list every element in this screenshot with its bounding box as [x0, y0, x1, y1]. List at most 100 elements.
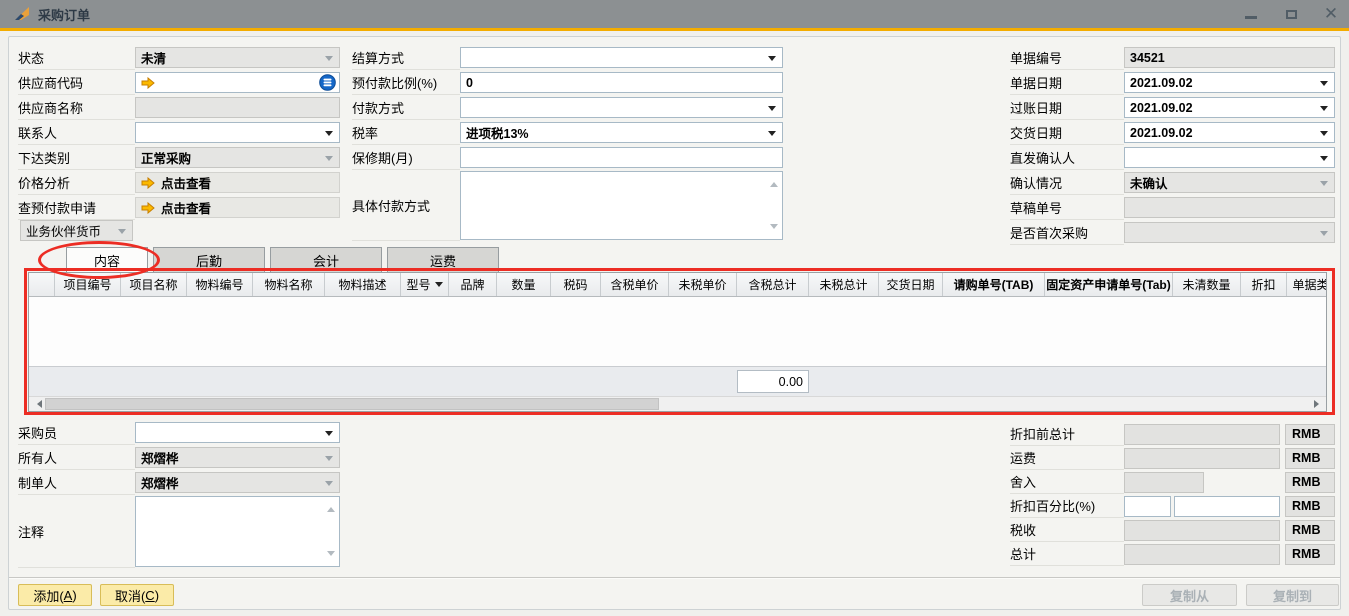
scrollbar-right-arrow-icon[interactable] — [1310, 397, 1326, 411]
vendor-code-field[interactable] — [135, 72, 340, 93]
column-dropdown-arrow-icon[interactable] — [435, 282, 443, 291]
currency-badge: RMB — [1285, 520, 1335, 541]
first-purchase-label: 是否首次采购 — [1010, 220, 1124, 245]
total-before-discount-label: 折扣前总计 — [1010, 422, 1124, 446]
doc-number-field: 34521 — [1124, 47, 1335, 68]
close-icon[interactable]: ✕ — [1323, 6, 1339, 22]
table-column-header[interactable]: 项目编号 — [55, 273, 121, 296]
remarks-textarea[interactable] — [135, 496, 340, 567]
tab-content[interactable]: 内容 — [66, 247, 148, 272]
table-column-header[interactable]: 未税总计 — [809, 273, 879, 296]
scrollbar-left-arrow-icon[interactable] — [29, 397, 45, 411]
header-right-column: 单据编号 34521 单据日期 2021.09.02 过账日期 2021.09.… — [1010, 45, 1335, 245]
column-header-label: 未税单价 — [678, 276, 726, 293]
payment-method-dropdown[interactable] — [460, 97, 783, 118]
minimize-icon[interactable] — [1243, 6, 1259, 22]
prepayment-ratio-value: 0 — [466, 76, 473, 90]
maximize-icon[interactable] — [1283, 6, 1299, 22]
table-column-header[interactable]: 单据类型 — [1287, 273, 1326, 296]
direct-ship-confirmer-dropdown[interactable] — [1124, 147, 1335, 168]
posting-date-value: 2021.09.02 — [1130, 101, 1193, 115]
tab-content-label: 内容 — [94, 251, 120, 270]
link-arrow-icon[interactable] — [141, 177, 155, 189]
confirmation-status-label: 确认情况 — [1010, 170, 1124, 195]
payment-detail-textarea[interactable] — [460, 171, 783, 240]
choose-from-list-icon[interactable] — [319, 74, 336, 91]
contact-person-dropdown[interactable] — [135, 122, 340, 143]
warranty-period-label: 保修期(月) — [352, 145, 460, 170]
table-column-header[interactable]: 物料编号 — [187, 273, 253, 296]
purchaser-dropdown[interactable] — [135, 422, 340, 443]
prepayment-request-text: 点击查看 — [161, 198, 211, 217]
prepayment-request-link[interactable]: 点击查看 — [135, 197, 340, 218]
tab-freight[interactable]: 运费 — [387, 247, 499, 272]
table-column-header[interactable]: 请购单号(TAB) — [943, 273, 1045, 296]
doc-date-label: 单据日期 — [1010, 70, 1124, 95]
table-column-header[interactable]: 品牌 — [449, 273, 497, 296]
release-category-dropdown[interactable]: 正常采购 — [135, 147, 340, 168]
column-header-label: 项目编号 — [63, 276, 111, 293]
tax-rate-dropdown[interactable]: 进项税13% — [460, 122, 783, 143]
link-arrow-icon[interactable] — [141, 202, 155, 214]
tab-accounting[interactable]: 会计 — [270, 247, 382, 272]
line-items-table: 项目编号项目名称物料编号物料名称物料描述型号品牌数量税码含税单价 未税单价含税总计… — [28, 272, 1327, 412]
freight-field[interactable] — [1124, 448, 1280, 469]
tab-logistics[interactable]: 后勤 — [153, 247, 265, 272]
add-button[interactable]: 添加(A) — [18, 584, 92, 606]
row-index-column-header[interactable] — [29, 273, 55, 296]
discount-percent-input[interactable] — [1124, 496, 1171, 517]
table-column-header[interactable]: 物料名称 — [253, 273, 325, 296]
owner-label: 所有人 — [18, 445, 135, 470]
price-analysis-link[interactable]: 点击查看 — [135, 172, 340, 193]
creator-dropdown[interactable]: 郑熠桦 — [135, 472, 340, 493]
table-column-header[interactable]: 交货日期 — [879, 273, 943, 296]
discount-amount-input[interactable] — [1174, 496, 1280, 517]
scrollbar-thumb[interactable] — [45, 398, 659, 410]
table-column-header[interactable]: 物料描述 — [325, 273, 401, 296]
bp-currency-dropdown[interactable]: 业务伙伴货币 — [20, 220, 133, 241]
link-arrow-icon[interactable] — [141, 77, 155, 89]
totals-column: 折扣前总计 RMB 运费 RMB 舍入 RMB 折扣百分比(%) RMB 税收 … — [1010, 422, 1335, 566]
copy-from-label: 复制从 — [1170, 586, 1209, 605]
settlement-method-label: 结算方式 — [352, 45, 460, 70]
line-total-incl-tax-field[interactable]: 0.00 — [737, 370, 809, 393]
cancel-button[interactable]: 取消(C) — [100, 584, 174, 606]
prepayment-ratio-input[interactable]: 0 — [460, 72, 783, 93]
table-column-header[interactable]: 未税单价 — [669, 273, 737, 296]
table-column-header[interactable]: 固定资产申请单号(Tab) — [1045, 273, 1173, 296]
column-header-label: 含税单价 — [610, 276, 658, 293]
footer-left-column: 采购员 所有人 郑熠桦 制单人 郑熠桦 注释 — [18, 420, 340, 568]
posting-date-dropdown[interactable]: 2021.09.02 — [1124, 97, 1335, 118]
first-purchase-dropdown[interactable] — [1124, 222, 1335, 243]
table-body-empty[interactable] — [29, 297, 1326, 366]
table-column-header[interactable]: 未清数量 — [1173, 273, 1241, 296]
column-header-label: 物料编号 — [195, 276, 243, 293]
column-header-label: 交货日期 — [886, 276, 934, 293]
horizontal-scrollbar[interactable] — [29, 396, 1326, 411]
table-column-header[interactable]: 折扣 — [1241, 273, 1287, 296]
table-column-header[interactable]: 数量 — [497, 273, 551, 296]
copy-to-label: 复制到 — [1273, 586, 1312, 605]
scroll-down-icon[interactable] — [770, 224, 778, 233]
table-column-header[interactable]: 含税单价 — [601, 273, 669, 296]
table-column-header[interactable]: 项目名称 — [121, 273, 187, 296]
window-title: 采购订单 — [38, 5, 90, 24]
table-column-header[interactable]: 含税总计 — [737, 273, 809, 296]
delivery-date-dropdown[interactable]: 2021.09.02 — [1124, 122, 1335, 143]
confirmation-status-dropdown[interactable]: 未确认 — [1124, 172, 1335, 193]
scroll-up-icon[interactable] — [770, 178, 778, 187]
table-column-header[interactable]: 型号 — [401, 273, 449, 296]
currency-badge: RMB — [1285, 544, 1335, 565]
table-column-header[interactable]: 税码 — [551, 273, 601, 296]
doc-date-dropdown[interactable]: 2021.09.02 — [1124, 72, 1335, 93]
table-footer-row: 0.00 — [29, 366, 1326, 396]
owner-dropdown[interactable]: 郑熠桦 — [135, 447, 340, 468]
scroll-down-icon[interactable] — [327, 551, 335, 560]
status-dropdown[interactable]: 未清 — [135, 47, 340, 68]
creator-label: 制单人 — [18, 470, 135, 495]
table-header-row: 项目编号项目名称物料编号物料名称物料描述型号品牌数量税码含税单价 未税单价含税总计… — [29, 273, 1326, 297]
warranty-period-input[interactable] — [460, 147, 783, 168]
currency-badge: RMB — [1285, 448, 1335, 469]
settlement-method-dropdown[interactable] — [460, 47, 783, 68]
scroll-up-icon[interactable] — [327, 503, 335, 512]
